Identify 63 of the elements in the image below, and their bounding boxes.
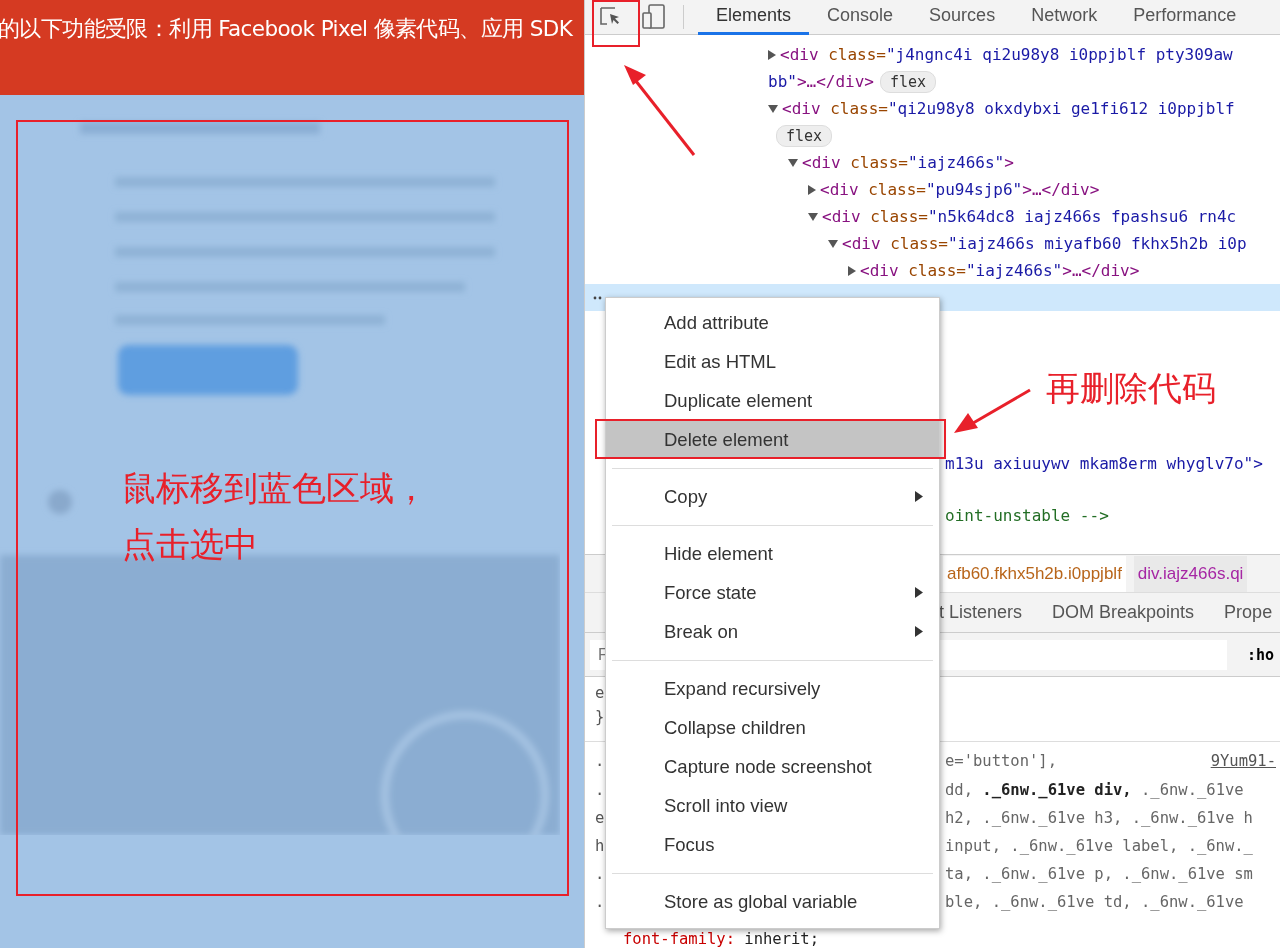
menu-item[interactable]: Collapse children: [606, 708, 939, 747]
devtools-tab[interactable]: Network: [1013, 0, 1116, 35]
expand-triangle-icon[interactable]: [768, 49, 776, 60]
menu-item[interactable]: Copy: [606, 477, 939, 516]
devtools-tab[interactable]: Sources: [911, 0, 1014, 35]
style-selector: h2, ._6nw._61ve h3, ._6nw._61ve h: [945, 809, 1253, 827]
style-selector: ble, ._6nw._61ve td, ._6nw._61ve: [945, 893, 1244, 911]
devtools-tab[interactable]: Performance: [1115, 0, 1255, 35]
style-rule-text: .: [595, 752, 606, 770]
dom-node[interactable]: <div class="n5k64dc8 iajz466s fpashsu6 rn4c: [822, 207, 1237, 226]
menu-item[interactable]: Add attribute: [606, 303, 939, 342]
hover-state-button[interactable]: :ho: [1240, 644, 1280, 665]
style-declaration: font-family: inherit;: [622, 930, 820, 948]
flex-badge[interactable]: flex: [879, 70, 937, 93]
breadcrumb-item[interactable]: div.iajz466s.qi: [1133, 555, 1248, 592]
style-rule-text: h: [595, 837, 606, 855]
style-selector: e='button'],: [945, 752, 1057, 770]
dom-code-fragment: m13u axiuuywv mkam8erm whyglv7o">: [945, 453, 1264, 475]
devtools-tab[interactable]: Elements: [698, 0, 810, 35]
dom-node[interactable]: <div class="iajz466s">: [802, 153, 1014, 172]
menu-item[interactable]: Focus: [606, 825, 939, 864]
style-rule-text: e: [595, 809, 606, 827]
dom-node[interactable]: <div class="iajz466s miyafb60 fkhx5h2b i0p: [842, 234, 1247, 253]
flex-badge[interactable]: flex: [776, 124, 833, 147]
banner-text: 的以下功能受限：利用 Facebook Pixel 像素代码、应用 SDK: [0, 15, 574, 43]
style-selector: ta, ._6nw._61ve p, ._6nw._61ve sm: [945, 865, 1253, 883]
menu-item[interactable]: Edit as HTML: [606, 342, 939, 381]
devtools-tab[interactable]: Console: [809, 0, 912, 35]
dom-node[interactable]: <div class="j4ngnc4i qi2u98y8 i0ppjblf pty309aw: [780, 45, 1233, 64]
annotation-text: 再删除代码: [1046, 367, 1216, 410]
annotation-box: [592, 0, 640, 47]
style-selector: input, ._6nw._61ve label, ._6nw._: [945, 837, 1253, 855]
menu-item[interactable]: Capture node screenshot: [606, 747, 939, 786]
more-dots-icon[interactable]: [593, 295, 603, 300]
expand-triangle-icon[interactable]: [768, 104, 778, 113]
menu-item[interactable]: Expand recursively: [606, 669, 939, 708]
expand-triangle-icon[interactable]: [788, 158, 798, 167]
dom-node[interactable]: <div class="pu94sjp6">…</div>: [820, 180, 1100, 199]
style-rule-text: }: [595, 708, 606, 726]
expand-triangle-icon[interactable]: [808, 184, 816, 195]
expand-triangle-icon[interactable]: [848, 265, 856, 276]
menu-item[interactable]: Scroll into view: [606, 786, 939, 825]
dom-node[interactable]: <div class="iajz466s">…</div>: [860, 261, 1140, 280]
device-toolbar-icon[interactable]: [641, 4, 667, 30]
style-rule-text: .: [595, 865, 606, 883]
style-selector: dd, ._6nw._61ve div, ._6nw._61ve: [945, 781, 1244, 799]
annotation-text: 鼠标移到蓝色区域， 点击选中: [122, 467, 428, 566]
breadcrumb-item[interactable]: afb60.fkhx5h2b.i0ppjblf: [943, 555, 1126, 592]
dom-node-continuation[interactable]: bb">…</div>: [768, 72, 874, 91]
dom-node[interactable]: <div class="qi2u98y8 okxdybxi ge1fi612 i0ppjblf: [782, 99, 1235, 118]
panel-tab[interactable]: Prope: [1210, 602, 1280, 624]
style-rule-text: e: [595, 684, 606, 702]
dom-code-fragment: oint-unstable -->: [945, 505, 1110, 527]
menu-item[interactable]: Duplicate element: [606, 381, 939, 420]
expand-triangle-icon[interactable]: [828, 239, 838, 248]
menu-item[interactable]: Delete element: [606, 420, 939, 459]
style-rule-text: .: [595, 893, 606, 911]
menu-item[interactable]: Hide element: [606, 534, 939, 573]
style-rule-text: .: [595, 781, 606, 799]
menu-item[interactable]: Store as global variable: [606, 882, 939, 921]
expand-triangle-icon[interactable]: [808, 212, 818, 221]
stylesheet-link[interactable]: 9Yum91-: [1210, 752, 1276, 770]
panel-tab[interactable]: DOM Breakpoints: [1038, 602, 1211, 624]
